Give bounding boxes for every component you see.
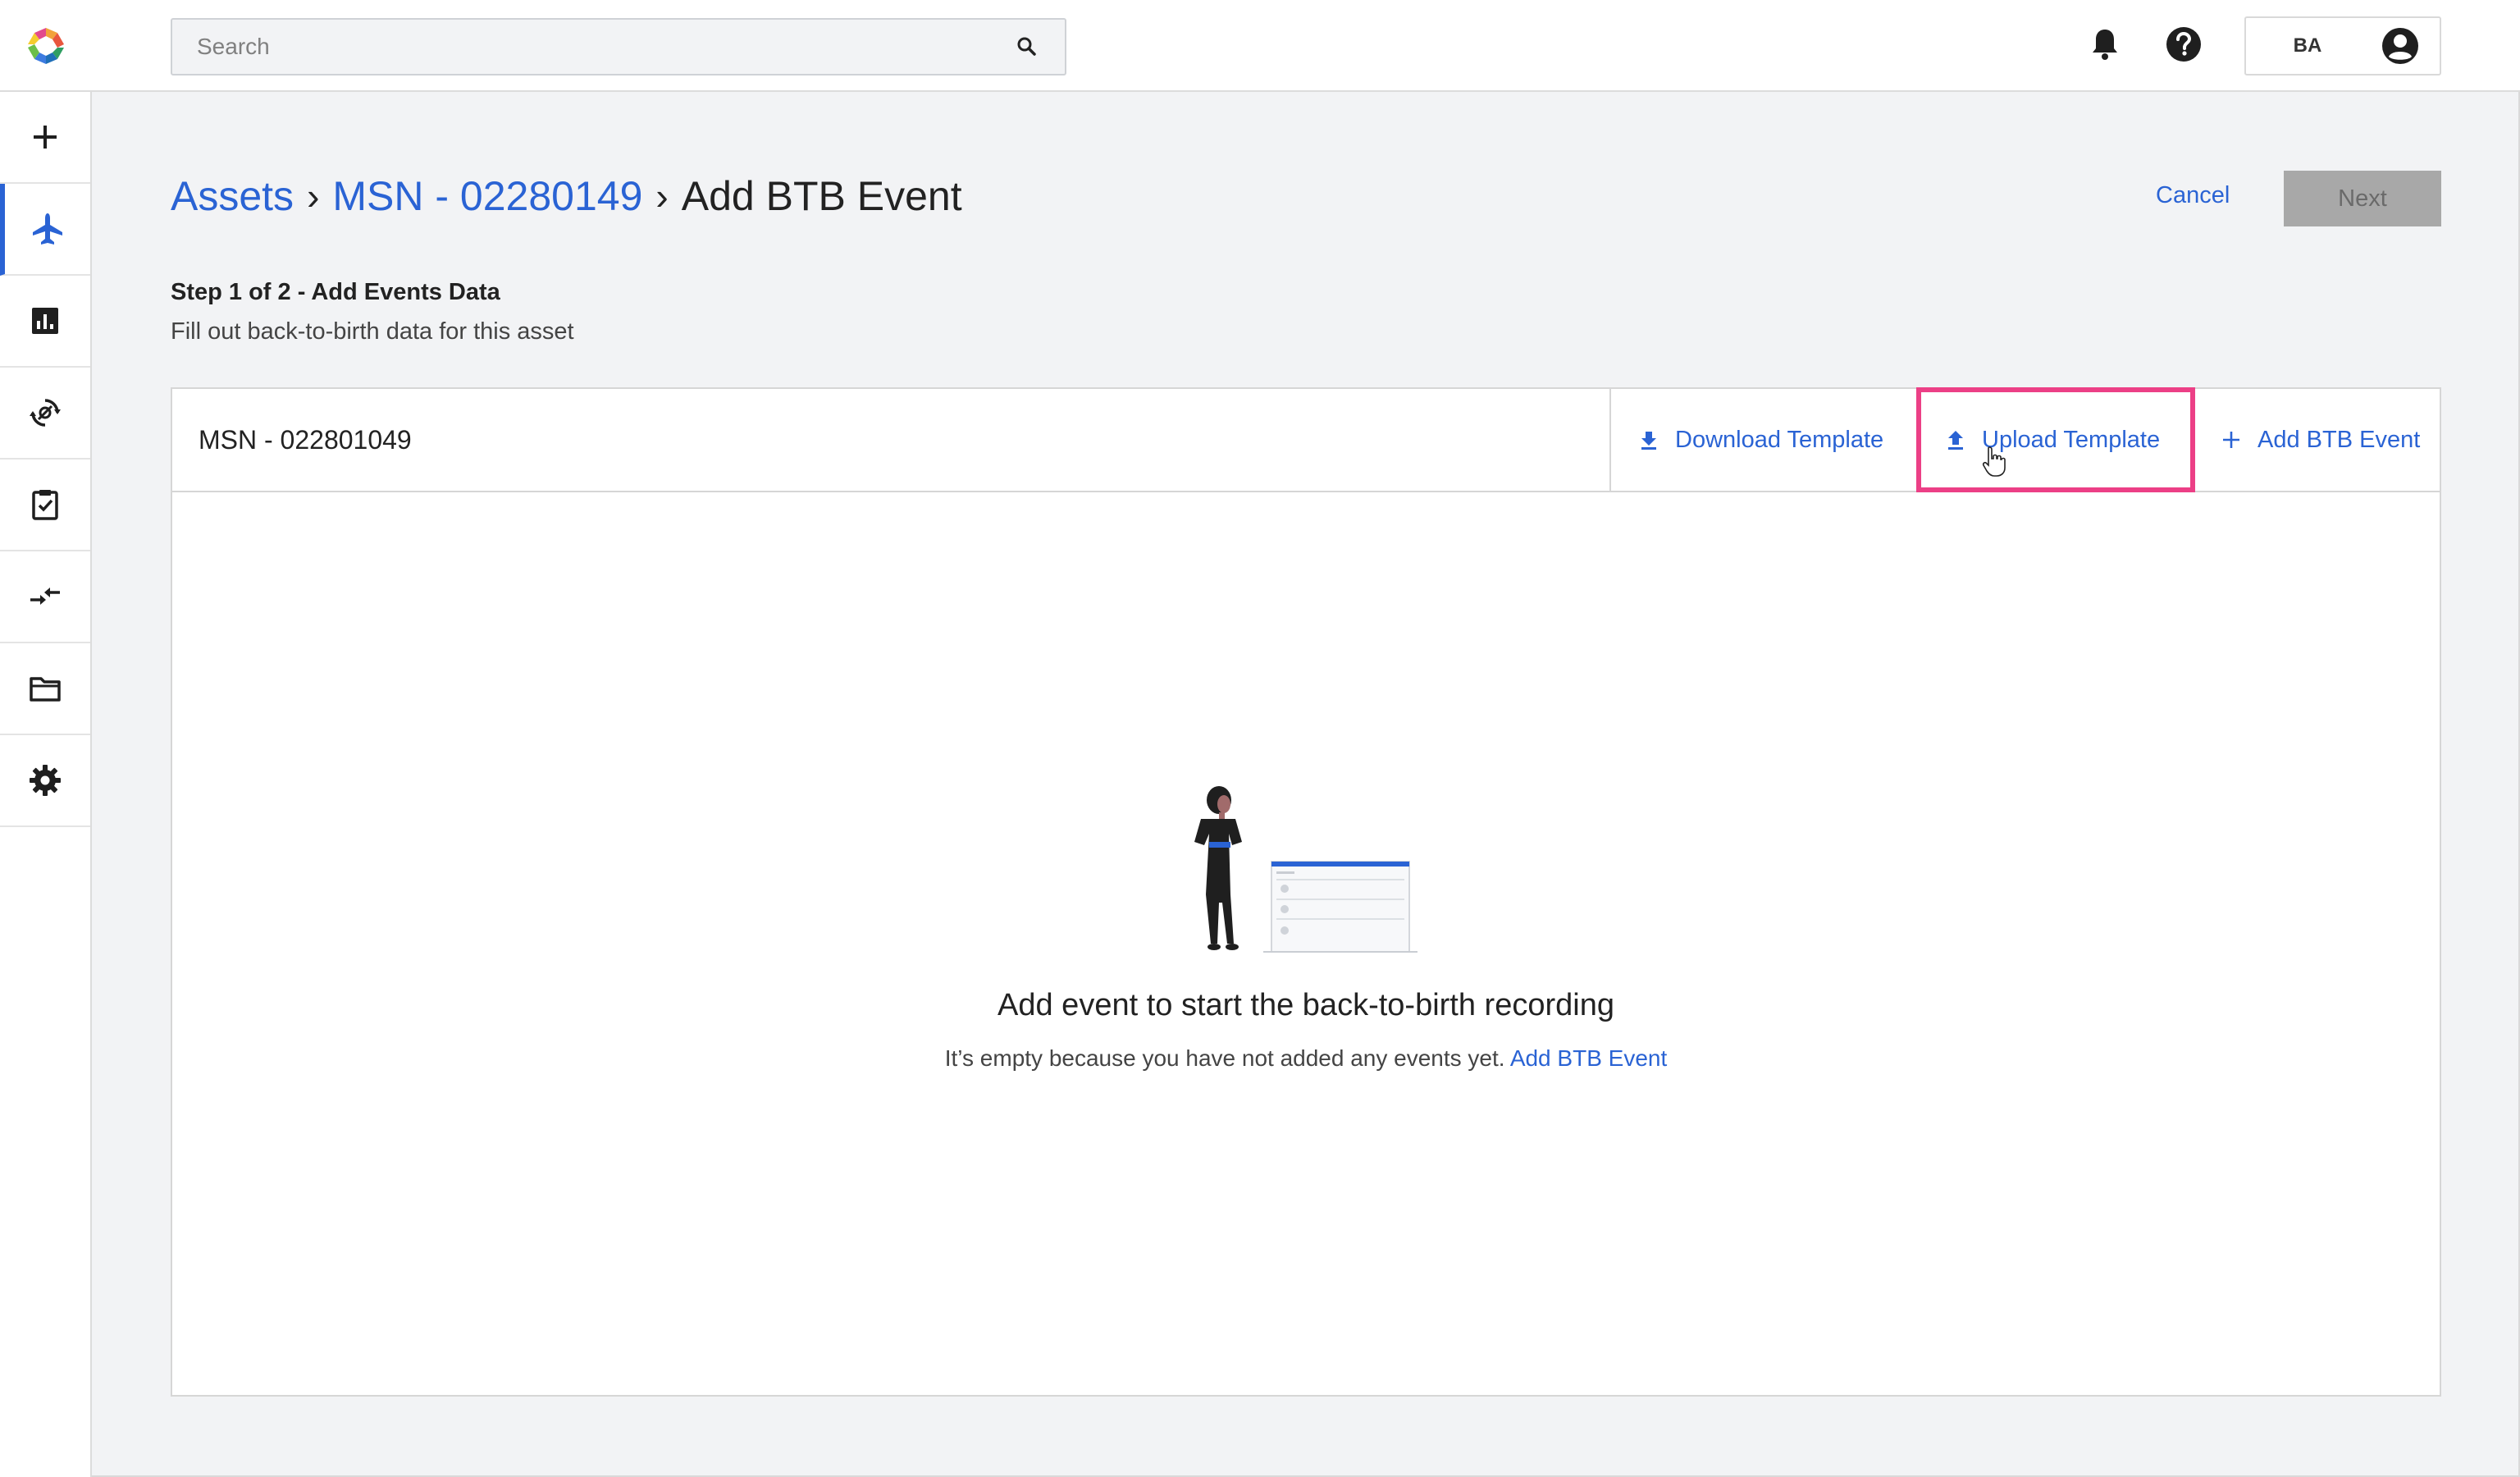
header-divider bbox=[1609, 389, 1611, 491]
sidebar bbox=[0, 92, 92, 1477]
download-template-button[interactable]: Download Template bbox=[1637, 422, 1883, 458]
search-input[interactable] bbox=[197, 34, 1014, 60]
highlight-box bbox=[1916, 387, 2195, 492]
plus-icon bbox=[2223, 432, 2239, 448]
page-title: Add BTB Event bbox=[681, 173, 962, 219]
user-initials: BA bbox=[2293, 34, 2322, 57]
sidebar-item-transfer[interactable] bbox=[0, 551, 90, 643]
sidebar-item-add[interactable] bbox=[0, 92, 90, 184]
bell-icon[interactable] bbox=[2085, 25, 2125, 64]
clipboard-check-icon bbox=[32, 490, 58, 520]
sidebar-item-tasks[interactable] bbox=[0, 460, 90, 551]
empty-state-message: It’s empty because you have not added an… bbox=[171, 1045, 2441, 1072]
gear-icon bbox=[30, 765, 61, 796]
breadcrumb-separator: › bbox=[655, 175, 669, 217]
breadcrumb-separator: › bbox=[307, 175, 320, 217]
empty-state-add-btb-link[interactable]: Add BTB Event bbox=[1510, 1045, 1667, 1071]
app-logo-icon[interactable] bbox=[25, 25, 67, 67]
search-bar[interactable] bbox=[171, 18, 1066, 75]
next-button[interactable]: Next bbox=[2284, 171, 2441, 226]
airplane-icon bbox=[33, 213, 62, 245]
bar-chart-icon bbox=[32, 308, 58, 334]
sidebar-item-reports[interactable] bbox=[0, 276, 90, 368]
swap-arrows-icon bbox=[30, 588, 60, 605]
hand-cursor-icon bbox=[1982, 446, 2006, 477]
empty-state-text: It’s empty because you have not added an… bbox=[944, 1045, 1505, 1071]
empty-state-illustration bbox=[1194, 786, 1418, 953]
folder-icon bbox=[30, 677, 61, 702]
add-btb-event-label: Add BTB Event bbox=[2258, 426, 2421, 453]
breadcrumb-msn-link[interactable]: MSN - 02280149 bbox=[332, 172, 642, 220]
sidebar-item-files[interactable] bbox=[0, 643, 90, 735]
download-icon bbox=[1641, 432, 1656, 450]
cancel-button[interactable]: Cancel bbox=[2156, 182, 2230, 209]
download-template-label: Download Template bbox=[1675, 426, 1884, 453]
user-menu[interactable]: BA bbox=[2244, 16, 2441, 75]
breadcrumb: Assets › MSN - 02280149 › Add BTB Event bbox=[171, 167, 962, 225]
breadcrumb-assets-link[interactable]: Assets bbox=[171, 172, 294, 220]
empty-state-title: Add event to start the back-to-birth rec… bbox=[998, 988, 1614, 1022]
sidebar-item-assets[interactable] bbox=[0, 184, 90, 276]
sidebar-item-settings[interactable] bbox=[0, 735, 90, 827]
top-bar: BA bbox=[0, 0, 2520, 92]
sidebar-item-tracking[interactable] bbox=[0, 368, 90, 460]
sync-icon bbox=[30, 399, 61, 427]
plus-icon bbox=[34, 126, 57, 149]
search-icon[interactable] bbox=[1014, 34, 1040, 60]
step-title: Step 1 of 2 - Add Events Data bbox=[171, 279, 500, 305]
asset-name: MSN - 022801049 bbox=[199, 425, 412, 455]
add-btb-event-button[interactable]: Add BTB Event bbox=[2220, 422, 2420, 458]
step-subtitle: Fill out back-to-birth data for this ass… bbox=[171, 318, 574, 345]
account-circle-icon bbox=[2382, 28, 2418, 64]
help-icon[interactable] bbox=[2164, 25, 2203, 64]
